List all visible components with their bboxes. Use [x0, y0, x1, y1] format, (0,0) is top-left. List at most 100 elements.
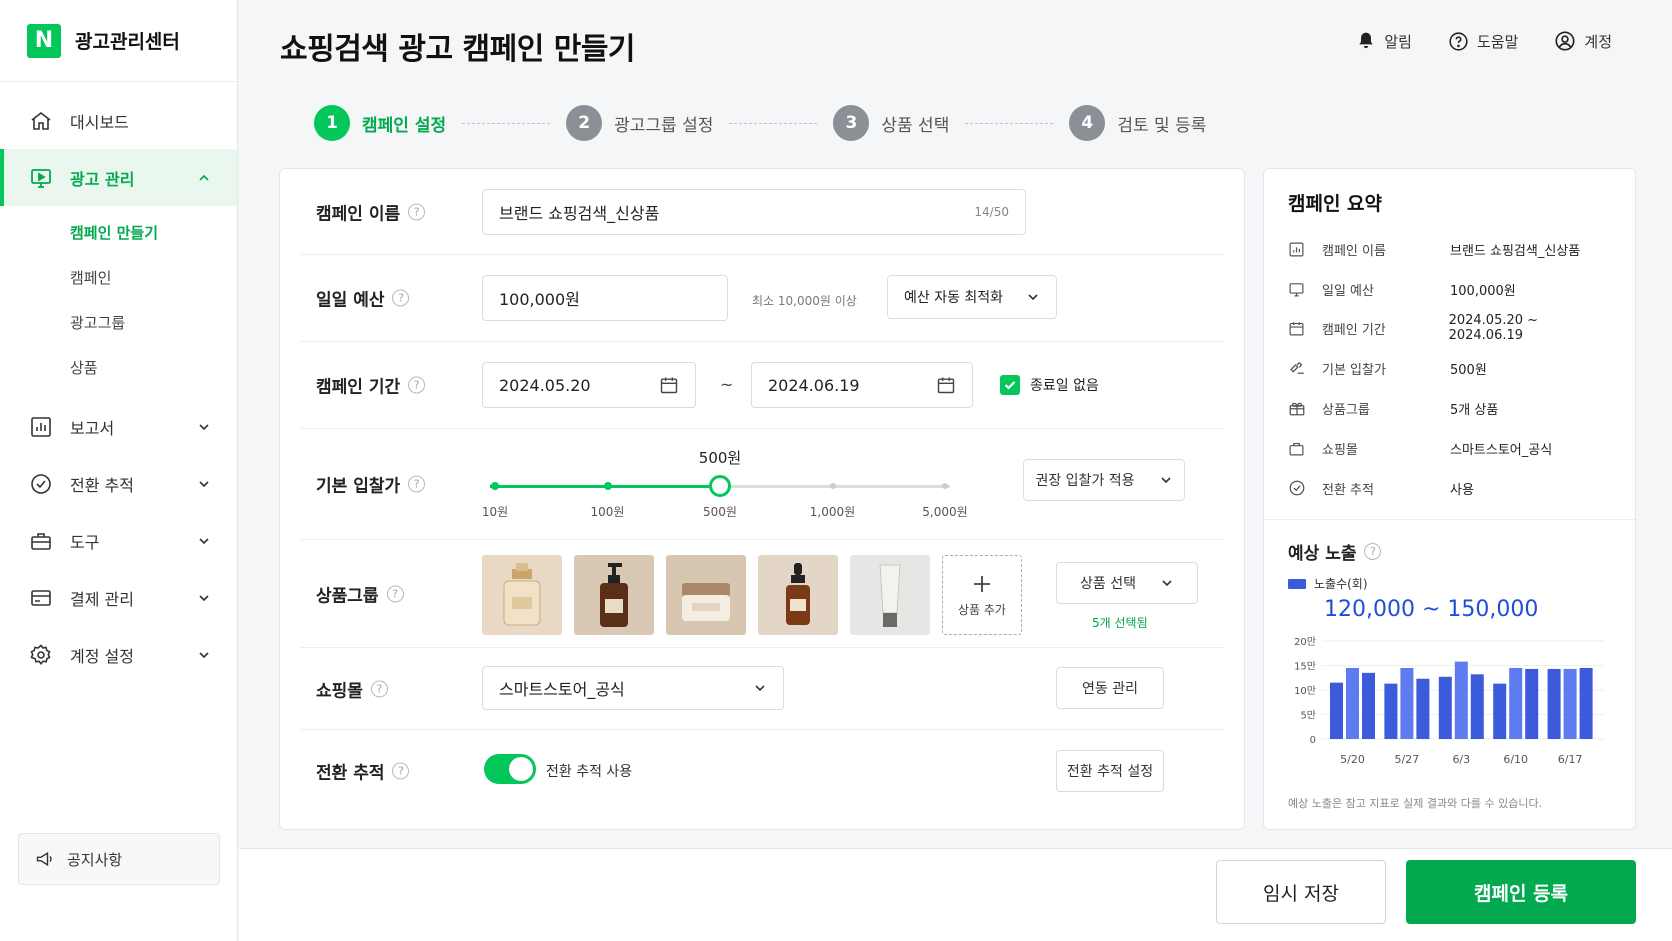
help-button[interactable]: 도움말	[1448, 30, 1518, 52]
help-icon[interactable]: ?	[408, 376, 426, 394]
chart-bar[interactable]	[1493, 683, 1507, 739]
sidebar-subitem-campaign[interactable]: 캠페인	[0, 255, 237, 300]
end-date-input[interactable]: 2024.06.19	[751, 362, 973, 408]
chart-bar[interactable]	[1346, 667, 1359, 739]
chart-bar[interactable]	[1470, 674, 1484, 739]
sidebar-item-conversion[interactable]: 전환 추적	[0, 455, 237, 512]
end-date-value: 2024.06.19	[768, 375, 860, 395]
y-tick-label: 10만	[1294, 685, 1316, 697]
summary-title: 캠페인 요약	[1288, 193, 1383, 215]
sidebar-nav: 대시보드 광고 관리 캠페인 만들기 캠페인 광고그룹 상품 보고서 전환 추적…	[0, 82, 237, 683]
step-label: 검토 및 등록	[1117, 115, 1207, 136]
step-adgroup-settings[interactable]: 2 광고그룹 설정	[566, 105, 713, 141]
sidebar-item-dashboard[interactable]: 대시보드	[0, 92, 237, 149]
step-product-select[interactable]: 3 상품 선택	[833, 105, 949, 141]
slider-step-dot[interactable]	[829, 483, 836, 489]
chart-bar[interactable]	[1400, 667, 1414, 739]
sidebar-item-tools[interactable]: 도구	[0, 512, 237, 569]
chart-bar[interactable]	[1438, 676, 1452, 739]
calendar-icon[interactable]	[936, 375, 956, 395]
label-text: 기본 입찰가	[316, 476, 401, 497]
notice-button[interactable]: 공지사항	[18, 833, 220, 885]
budget-option-select[interactable]: 예산 자동 최적화	[887, 275, 1057, 319]
help-icon[interactable]: ?	[408, 203, 426, 220]
sidebar-subitem-product[interactable]: 상품	[0, 345, 237, 390]
monitor-icon	[1288, 281, 1308, 298]
help-icon[interactable]: ?	[1364, 543, 1382, 560]
conversion-toggle[interactable]	[484, 754, 536, 784]
shopping-mall-select[interactable]: 스마트스토어_공식	[482, 666, 784, 710]
sidebar-subitem-create-campaign[interactable]: 캠페인 만들기	[0, 210, 237, 255]
megaphone-icon	[35, 849, 55, 869]
impressions-bar-chart: 0 5만 10만 15만 20만 5/20 5/27 6/3 6/10 6/17	[1294, 636, 1604, 766]
product-thumbnail-cream-jar[interactable]	[666, 555, 746, 635]
sidebar-item-ad-management[interactable]: 광고 관리	[0, 149, 237, 206]
chart-bar[interactable]	[1330, 682, 1343, 739]
chart-bar[interactable]	[1384, 683, 1398, 739]
summary-value: 500원	[1450, 362, 1487, 378]
chart-bar[interactable]	[1525, 668, 1539, 739]
bid-slider[interactable]: 500원 10원 100원 500원 1,000원 5,000원	[482, 429, 968, 540]
shopping-mall-value: 스마트스토어_공식	[499, 680, 625, 699]
bag-icon	[1288, 440, 1308, 457]
product-thumbnail-pump-bottle[interactable]	[574, 555, 654, 635]
save-draft-button[interactable]: 임시 저장	[1216, 860, 1386, 924]
add-product-button[interactable]: 상품 추가	[942, 555, 1022, 635]
brand[interactable]: N 광고관리센터	[0, 0, 237, 82]
chart-bar[interactable]	[1547, 668, 1561, 739]
slider-thumb[interactable]	[709, 475, 731, 497]
step-label: 상품 선택	[881, 115, 950, 136]
slider-step-dot[interactable]	[942, 483, 948, 489]
add-product-label: 상품 추가	[958, 602, 1006, 617]
help-icon[interactable]: ?	[386, 585, 404, 602]
help-icon[interactable]: ?	[370, 680, 388, 697]
chart-bar[interactable]	[1416, 678, 1430, 739]
step-campaign-settings[interactable]: 1 캠페인 설정	[314, 105, 446, 141]
product-select-button[interactable]: 상품 선택	[1056, 562, 1198, 604]
help-icon[interactable]: ?	[392, 289, 410, 307]
chevron-down-icon	[1028, 294, 1038, 301]
date-separator: ~	[720, 375, 734, 394]
chart-bar[interactable]	[1509, 667, 1523, 739]
account-button[interactable]: 계정	[1554, 30, 1612, 52]
notification-button[interactable]: 알림	[1356, 30, 1412, 52]
help-icon[interactable]: ?	[392, 762, 410, 780]
chart-bar[interactable]	[1454, 661, 1468, 739]
no-end-date-checkbox[interactable]: 종료일 없음	[1000, 375, 1099, 395]
chart-bar[interactable]	[1563, 668, 1577, 739]
summary-row: 상품그룹 5개 상품	[1288, 396, 1615, 420]
help-label: 도움말	[1476, 32, 1519, 51]
step-connector	[965, 122, 1054, 124]
slider-step-dot[interactable]	[603, 482, 612, 490]
product-thumbnail-serum[interactable]	[758, 555, 838, 635]
start-date-input[interactable]: 2024.05.20	[482, 362, 696, 408]
sidebar-item-billing[interactable]: 결제 관리	[0, 569, 237, 626]
recommended-bid-select[interactable]: 권장 입찰가 적용	[1023, 459, 1185, 501]
link-management-button[interactable]: 연동 관리	[1056, 667, 1164, 709]
conversion-tracking-label: 전환 추적?	[316, 759, 410, 784]
chart-bar[interactable]	[1579, 667, 1593, 739]
expected-title-text: 예상 노출	[1288, 544, 1357, 564]
chevron-down-icon	[199, 594, 209, 601]
y-tick-label: 20만	[1294, 636, 1316, 648]
slider-step-dot[interactable]	[491, 482, 499, 490]
conversion-settings-button[interactable]: 전환 추적 설정	[1056, 750, 1164, 792]
slider-tick-label: 1,000원	[809, 505, 856, 519]
y-tick-label: 5만	[1300, 710, 1316, 722]
sidebar-item-account-settings[interactable]: 계정 설정	[0, 626, 237, 683]
register-campaign-button[interactable]: 캠페인 등록	[1406, 860, 1636, 924]
chevron-up-icon	[199, 174, 209, 181]
step-review-submit[interactable]: 4 검토 및 등록	[1069, 105, 1206, 141]
budget-hint: 최소 10,000원 이상	[752, 294, 857, 308]
chart-bar[interactable]	[1362, 672, 1375, 739]
bell-icon	[1359, 32, 1374, 49]
campaign-name-input[interactable]: 브랜드 쇼핑검색_신상품 14/50	[482, 189, 1026, 235]
calendar-icon[interactable]	[659, 375, 679, 395]
product-thumbnail-perfume[interactable]	[482, 555, 562, 635]
daily-budget-input[interactable]: 100,000원	[482, 275, 728, 321]
briefcase-icon	[28, 528, 54, 554]
product-thumbnail-tube[interactable]	[850, 555, 930, 635]
help-icon[interactable]: ?	[408, 475, 426, 493]
sidebar-subitem-adgroup[interactable]: 광고그룹	[0, 300, 237, 345]
sidebar-item-report[interactable]: 보고서	[0, 398, 237, 455]
